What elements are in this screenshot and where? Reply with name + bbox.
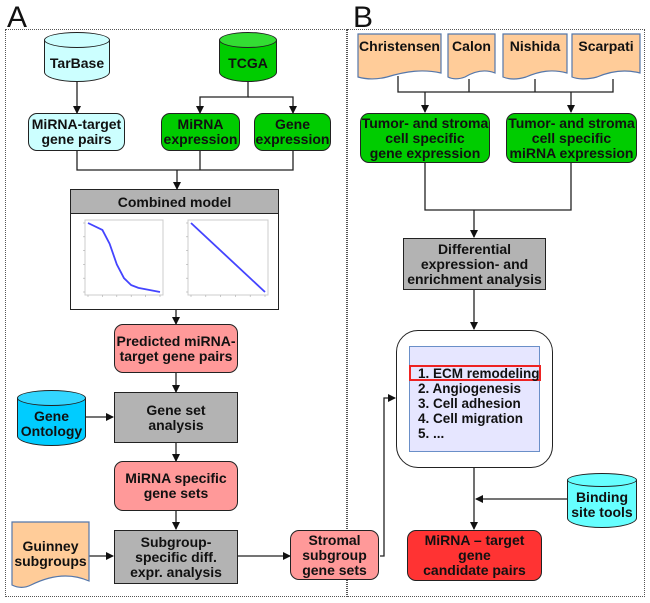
mirna-target-gene-pairs-box: MiRNA-target gene pairs: [28, 113, 125, 151]
candidate-pairs-box: MiRNA – target gene candidate pairs: [407, 530, 542, 581]
tarbase-database: TarBase: [44, 32, 110, 82]
tumor-stroma-mirna-expression-box: Tumor- and stroma cell specific miRNA ex…: [506, 113, 637, 163]
predicted-pairs-box: Predicted miRNA- target gene pairs: [114, 324, 238, 373]
source-document-christensen: Christensen: [357, 33, 442, 80]
source-document-calon: Calon: [447, 33, 496, 80]
enrichment-item: 2. Angiogenesis: [418, 381, 522, 396]
diagram-canvas: A B TarBase TCGA MiRNA-target gene pairs…: [0, 0, 650, 603]
source-document-scarpati: Scarpati: [571, 33, 641, 80]
enrichment-item: 3. Cell adhesion: [418, 396, 521, 411]
guinney-subgroups-label: Guinney subgroups: [14, 538, 87, 569]
arrow-tcga-to-gene: [248, 96, 297, 114]
mirna-specific-gene-sets-box: MiRNA specific gene sets: [114, 461, 238, 511]
gene-set-analysis-box: Gene set analysis: [114, 392, 238, 443]
gene-ontology-database: Gene Ontology: [17, 390, 86, 446]
binding-site-tools-label: Binding site tools: [571, 489, 633, 520]
gene-ontology-label: Gene Ontology: [20, 408, 83, 439]
tumor-merge-line: [424, 162, 572, 211]
gene-expression-box: Gene expression: [254, 113, 331, 151]
tarbase-label: TarBase: [49, 54, 105, 71]
source-label-scarpati: Scarpati: [578, 38, 634, 54]
subgroup-analysis-box: Subgroup- specific diff. expr. analysis: [114, 530, 238, 584]
arrow-stromal-to-list: [380, 394, 396, 557]
source-label-christensen: Christensen: [359, 38, 440, 54]
enrichment-item: 1. ECM remodeling: [418, 366, 540, 381]
enrichment-item: 5. ...: [418, 426, 445, 441]
arrow-tcga-to-mirna: [196, 81, 249, 114]
tcga-label: TCGA: [228, 54, 268, 71]
differential-analysis-box: Differential expression- and enrichment …: [403, 238, 546, 290]
enrichment-list: 1. ECM remodeling 2. Angiogenesis 3. Cel…: [409, 346, 541, 452]
merge-line: [76, 150, 294, 171]
stromal-gene-sets-box: Stromal subgroup gene sets: [290, 530, 379, 580]
tcga-database: TCGA: [219, 32, 277, 82]
enrichment-results-container: 1. ECM remodeling 2. Angiogenesis 3. Cel…: [396, 330, 553, 468]
guinney-subgroups-document: Guinney subgroups: [11, 521, 90, 590]
combined-model-title: Combined model: [71, 190, 278, 214]
source-document-nishida: Nishida: [502, 33, 568, 80]
source-label-nishida: Nishida: [509, 38, 561, 54]
source-label-calon: Calon: [452, 38, 491, 54]
model-plot-1: [83, 219, 164, 297]
model-plot-2: [186, 219, 269, 297]
tumor-stroma-gene-expression-box: Tumor- and stroma cell specific gene exp…: [360, 113, 490, 163]
binding-site-tools-database: Binding site tools: [567, 473, 637, 528]
plot-frame-1: [84, 219, 164, 296]
enrichment-item: 4. Cell migration: [418, 411, 524, 426]
mirna-expression-box: MiRNA expression: [161, 113, 240, 151]
combined-model-box: Combined model: [70, 189, 279, 310]
